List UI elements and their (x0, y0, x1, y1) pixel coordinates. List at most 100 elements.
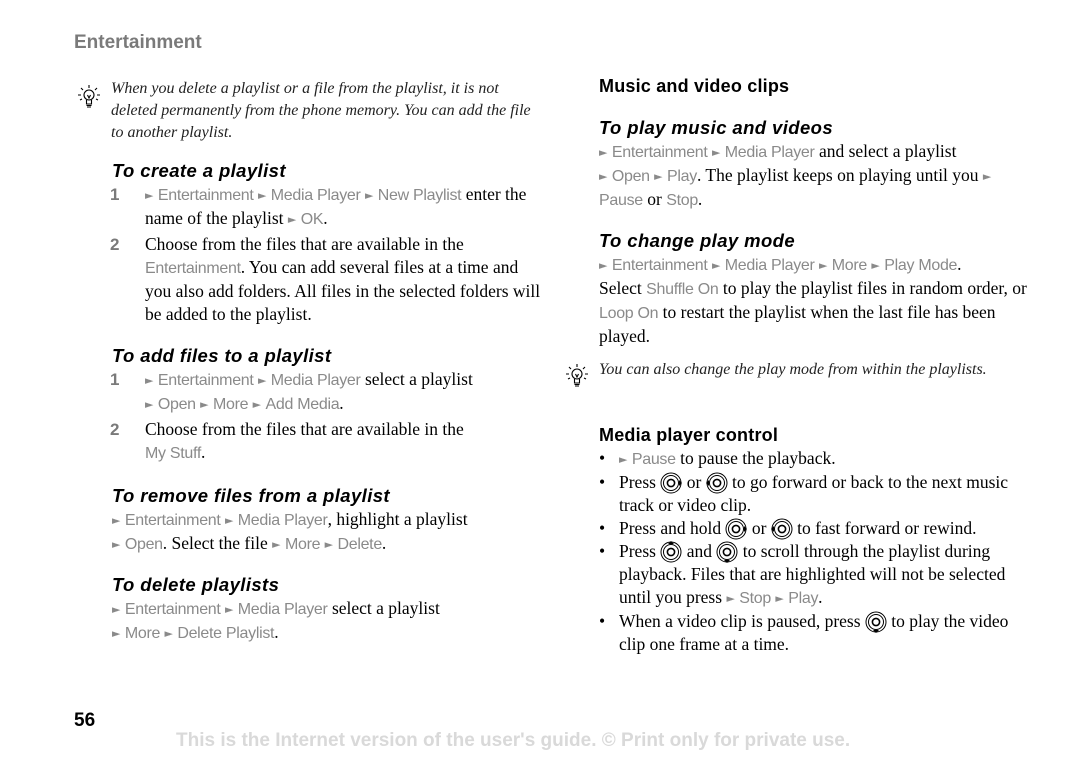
step-number: 1 (110, 370, 120, 389)
menu-entertainment[interactable]: Entertainment (158, 187, 254, 204)
arrow-icon: ► (364, 189, 374, 202)
bullet: • (599, 518, 606, 538)
step-text: Choose from the files that are available… (145, 419, 464, 439)
create-playlist-section: To create a playlist 1 ► Entertainment ►… (110, 160, 542, 326)
arrow-icon: ► (257, 374, 267, 387)
menu-entertainment[interactable]: Entertainment (125, 512, 221, 529)
add-step-1: 1 ► Entertainment ► Media Player select … (110, 369, 473, 413)
list-item: • ► Pause to pause the playback. (599, 447, 1031, 471)
step-number: 2 (110, 420, 120, 439)
arrow-icon: ► (775, 592, 784, 605)
left-column: When you delete a playlist or a file fro… (74, 78, 544, 144)
arrow-icon: ► (871, 259, 880, 272)
arrow-icon: ► (726, 592, 735, 605)
menu-more[interactable]: More (213, 396, 249, 413)
menu-entertainment[interactable]: Entertainment (612, 257, 708, 274)
option-loop-on[interactable]: Loop On (599, 305, 659, 322)
menu-media-player[interactable]: Media Player (271, 187, 361, 204)
menu-new-playlist[interactable]: New Playlist (378, 187, 462, 204)
lightbulb-icon (77, 84, 101, 110)
page-number: 56 (74, 710, 96, 731)
delete-instructions: ► Entertainment ► Media Player select a … (112, 598, 440, 642)
bullet: • (599, 472, 606, 492)
bullet: • (599, 448, 606, 468)
list-item: • Press and to scroll through the playli… (599, 541, 1006, 607)
menu-more[interactable]: More (125, 625, 161, 642)
menu-open[interactable]: Open (158, 396, 196, 413)
menu-play-mode[interactable]: Play Mode (884, 257, 957, 274)
menu-pause[interactable]: Pause (632, 451, 676, 468)
menu-entertainment[interactable]: Entertainment (612, 144, 708, 161)
menu-entertainment[interactable]: Entertainment (125, 601, 221, 618)
menu-media-player[interactable]: Media Player (271, 372, 361, 389)
instruction-text: select a playlist (331, 598, 440, 618)
menu-media-player[interactable]: Media Player (238, 601, 328, 618)
step-text: Choose from the files that are available… (145, 234, 464, 254)
arrow-icon: ► (324, 538, 334, 551)
menu-delete-playlist[interactable]: Delete Playlist (177, 625, 274, 642)
arrow-icon: ► (145, 374, 154, 387)
menu-entertainment[interactable]: Entertainment (145, 260, 241, 277)
arrow-icon: ► (164, 627, 173, 640)
instruction-text: to restart the playlist when the last fi… (599, 302, 996, 346)
arrow-icon: ► (145, 398, 154, 411)
menu-pause[interactable]: Pause (599, 192, 643, 209)
arrow-icon: ► (287, 213, 297, 226)
list-text: to fast forward or rewind. (797, 518, 977, 538)
remove-files-section: To remove files from a playlist ► Entert… (112, 485, 542, 556)
menu-more[interactable]: More (832, 257, 868, 274)
step-text: select a playlist (364, 369, 473, 389)
menu-stop[interactable]: Stop (666, 192, 698, 209)
arrow-icon: ► (982, 170, 992, 183)
list-text: or (686, 472, 702, 492)
arrow-icon: ► (711, 146, 721, 159)
nav-key-right-icon (725, 518, 748, 540)
remove-files-heading: To remove files from a playlist (112, 485, 390, 506)
option-shuffle-on[interactable]: Shuffle On (646, 281, 719, 298)
menu-add-media[interactable]: Add Media (266, 396, 340, 413)
menu-play[interactable]: Play (788, 590, 818, 607)
nav-key-down-icon (716, 541, 738, 563)
instruction-text: or (647, 189, 662, 209)
arrow-icon: ► (224, 514, 234, 527)
menu-my-stuff[interactable]: My Stuff (145, 445, 201, 462)
media-control-heading: Media player control (599, 425, 779, 445)
menu-more[interactable]: More (285, 536, 321, 553)
media-control-section: Media player control • ► Pause to pause … (599, 425, 1031, 656)
arrow-icon: ► (619, 453, 628, 466)
play-heading: To play music and videos (599, 117, 834, 138)
menu-ok[interactable]: OK (301, 211, 324, 228)
menu-delete[interactable]: Delete (337, 536, 382, 553)
nav-key-right-icon (660, 472, 683, 494)
play-mode-section: To change play mode ► Entertainment ► Me… (599, 230, 1031, 348)
arrow-icon: ► (599, 259, 608, 272)
add-files-section: To add files to a playlist 1 ► Entertain… (110, 345, 542, 465)
menu-stop[interactable]: Stop (739, 590, 771, 607)
list-text: to pause the playback. (680, 448, 836, 468)
play-mode-instructions: ► Entertainment ► Media Player ► More ► … (599, 254, 1027, 346)
arrow-icon: ► (200, 398, 209, 411)
create-step-2: 2 Choose from the files that are availab… (110, 233, 542, 326)
menu-open[interactable]: Open (125, 536, 163, 553)
menu-play[interactable]: Play (667, 168, 697, 185)
list-text: or (751, 518, 767, 538)
create-step-1: 1 ► Entertainment ► Media Player ► New P… (110, 184, 527, 228)
menu-media-player[interactable]: Media Player (238, 512, 328, 529)
list-item: • Press and hold or to fast forward or r… (599, 517, 1031, 540)
arrow-icon: ► (711, 259, 721, 272)
arrow-icon: ► (112, 627, 121, 640)
step-number: 1 (110, 185, 120, 204)
remove-instructions: ► Entertainment ► Media Player, highligh… (112, 509, 468, 553)
play-section: To play music and videos ► Entertainment… (599, 117, 1029, 212)
menu-media-player[interactable]: Media Player (725, 144, 815, 161)
list-text: Press and hold (619, 518, 722, 538)
menu-open[interactable]: Open (612, 168, 650, 185)
menu-entertainment[interactable]: Entertainment (158, 372, 254, 389)
bullet: • (599, 541, 606, 561)
create-playlist-heading: To create a playlist (112, 160, 286, 181)
arrow-icon: ► (257, 189, 267, 202)
lightbulb-icon (565, 363, 589, 389)
menu-media-player[interactable]: Media Player (725, 257, 815, 274)
play-instructions: ► Entertainment ► Media Player and selec… (599, 141, 992, 209)
list-item: • When a video clip is paused, press to … (599, 610, 1031, 656)
